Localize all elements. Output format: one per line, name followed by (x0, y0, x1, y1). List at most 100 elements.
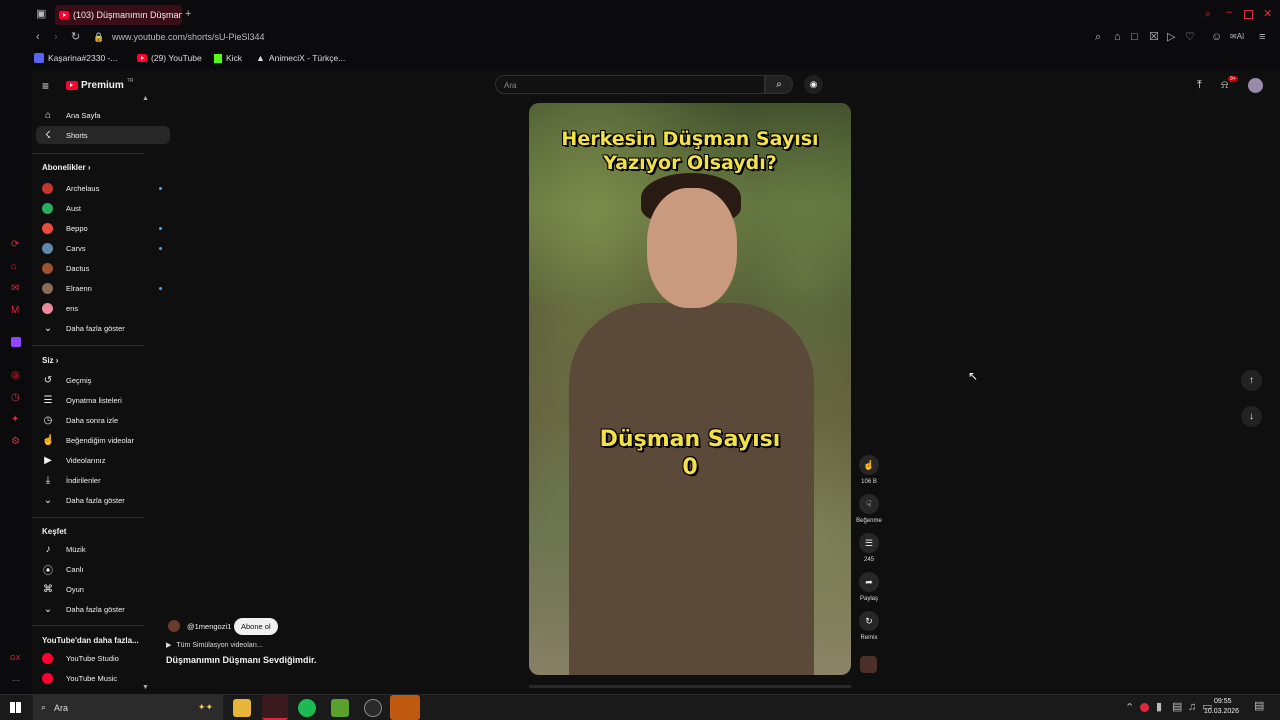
bookmark-icon[interactable]: ⌂ (1114, 32, 1121, 43)
more-icon[interactable]: ⋯ (12, 676, 20, 685)
like-icon[interactable]: ☝ (859, 455, 879, 475)
next-short-button[interactable]: ↓ (1241, 406, 1262, 427)
close-icon[interactable]: ✕ (1263, 7, 1272, 20)
sidebar-item-beppo[interactable]: Beppo (36, 219, 170, 237)
taskbar-search-input[interactable]: ⌕ Ara ✦✦ (33, 695, 223, 720)
explore-show-more[interactable]: ⌄ Daha fazla göster (36, 600, 170, 618)
tab-search-icon[interactable]: ⌕ (1205, 8, 1211, 21)
tab-active[interactable]: (103) Düşmanımın Düşman (55, 5, 182, 25)
file-explorer-icon[interactable] (233, 699, 251, 717)
workspace-icon[interactable]: ▣ (36, 9, 46, 20)
messenger-icon[interactable]: ✉ (11, 283, 19, 294)
bookmark-item[interactable]: ▲ AnimeciX - Türkçe... (256, 53, 345, 63)
notifications-icon[interactable]: ⍾ (1221, 80, 1228, 91)
sidebar-scroll-up-icon[interactable]: ▲ (142, 95, 149, 102)
settings-icon[interactable]: ⚙ (11, 436, 20, 447)
sidebar-item-your-videos[interactable]: ▶ Videolarınız (36, 451, 170, 469)
sidebar-item-history[interactable]: ↺ Geçmiş (36, 371, 170, 389)
remix-action[interactable]: ↻ Remix (855, 611, 883, 641)
league-icon[interactable] (390, 695, 420, 720)
sidebar-item-archelaus[interactable]: Archelaus (36, 179, 170, 197)
comment-icon[interactable]: ☰ (859, 533, 879, 553)
twitch-icon[interactable] (11, 337, 21, 347)
dislike-icon[interactable]: ☟ (859, 494, 879, 514)
audio-thumbnail[interactable] (860, 656, 877, 673)
sidebar-item-carvs[interactable]: Carvs (36, 239, 170, 257)
player-icon[interactable]: ◎ (11, 370, 20, 381)
bookmark-item[interactable]: Kick (214, 53, 242, 63)
back-icon[interactable]: ‹ (36, 32, 40, 43)
clock-date[interactable]: 10.03.2026 (1204, 708, 1239, 715)
tray-chevron-icon[interactable]: ⌃ (1125, 703, 1134, 714)
previous-short-button[interactable]: ↑ (1241, 370, 1262, 391)
menu-icon[interactable]: ≡ (1259, 32, 1265, 43)
sidebar-item-dactus[interactable]: Dactus (36, 259, 170, 277)
avatar[interactable] (1248, 78, 1263, 93)
subs-show-more[interactable]: ⌄ Daha fazla göster (36, 319, 170, 337)
profile-icon[interactable]: ☺ (1211, 32, 1222, 43)
player-button-icon[interactable]: ▷ (1167, 32, 1175, 43)
sidebar-item-elraenn[interactable]: Elraenn (36, 279, 170, 297)
extensions-icon[interactable]: ✦ (11, 414, 19, 425)
sidebar-item-music[interactable]: ♪ Müzik (36, 540, 170, 558)
minimize-icon[interactable]: – (1226, 6, 1232, 18)
shopping-icon[interactable]: ⌂ (11, 261, 17, 272)
mail-icon[interactable]: M (11, 305, 19, 316)
tray-app-icon[interactable] (1140, 703, 1149, 712)
sidebar-item-shorts[interactable]: ☇ Shorts (36, 126, 170, 144)
search-button[interactable]: ⌕ (765, 75, 793, 94)
sidebar-item-youtube-studio[interactable]: YouTube Studio (36, 649, 170, 667)
forward-icon[interactable]: › (54, 32, 58, 43)
search-input[interactable]: Ara (495, 75, 765, 94)
network-icon[interactable]: ▤ (1172, 702, 1182, 713)
comments-action[interactable]: ☰ 245 (855, 533, 883, 563)
hamburger-menu-icon[interactable]: ≡ (42, 80, 49, 92)
subscribe-button[interactable]: Abone ol (234, 618, 278, 635)
heart-icon[interactable]: ♡ (1185, 32, 1195, 43)
maximize-icon[interactable] (1244, 10, 1253, 19)
short-video-player[interactable]: Herkesin Düşman Sayısı Yazıyor Olsaydı? … (529, 103, 851, 675)
gx-icon[interactable]: GX (10, 655, 20, 662)
sidebar-item-playlists[interactable]: ☰ Oynatma listeleri (36, 391, 170, 409)
aria-icon[interactable]: ⟳ (11, 239, 19, 250)
sidebar-item-youtube-music[interactable]: YouTube Music (36, 669, 170, 687)
snapshot-icon[interactable]: □ (1131, 32, 1138, 43)
bookmark-item[interactable]: (29) YouTube (137, 53, 202, 63)
windows-start-icon[interactable] (10, 702, 21, 713)
share-action[interactable]: ➦ Paylaş (855, 572, 883, 602)
like-action[interactable]: ☝ 106 B (855, 455, 883, 485)
spotify-icon[interactable] (298, 699, 316, 717)
notification-center-icon[interactable]: ▤ (1254, 701, 1264, 712)
ai-icon[interactable]: ✉AI (1230, 33, 1244, 41)
dislike-action[interactable]: ☟ Beğenme (855, 494, 883, 524)
create-icon[interactable]: ⤒ (1197, 80, 1202, 91)
channel-name[interactable]: @1mengozi1 (187, 622, 231, 631)
subscriptions-header[interactable]: Abonelikler › (42, 163, 90, 172)
sidebar-item-downloads[interactable]: ⤓ İndirilenler (36, 471, 170, 489)
mic-icon[interactable]: ◉ (804, 75, 823, 94)
volume-icon[interactable]: ♫ (1188, 702, 1196, 713)
vpn-icon[interactable]: ☒ (1149, 32, 1159, 43)
new-tab-button[interactable]: + (185, 9, 191, 20)
you-show-more[interactable]: ⌄ Daha fazla göster (36, 491, 170, 509)
address-input[interactable]: www.youtube.com/shorts/sU-PieSl344 (112, 32, 265, 42)
bookmark-item[interactable]: Kaşarina#2330 -... (34, 53, 117, 63)
opera-gx-taskbar-icon[interactable] (262, 695, 288, 720)
history-side-icon[interactable]: ◷ (11, 392, 20, 403)
sidebar-scroll-down-icon[interactable]: ▼ (142, 684, 149, 691)
channel-avatar[interactable] (168, 620, 180, 632)
sidebar-item-liked[interactable]: ☝ Beğendiğim videolar (36, 431, 170, 449)
playlist-link[interactable]: ▶ Tüm Simülasyon videoları... (166, 641, 263, 650)
youtube-logo[interactable]: Premium TR (66, 78, 133, 91)
sidebar-item-aust[interactable]: Aust (36, 199, 170, 217)
share-icon[interactable]: ➦ (859, 572, 879, 592)
clock-time[interactable]: 09:55 (1214, 698, 1232, 705)
sidebar-item-watch-later[interactable]: ◷ Daha sonra izle (36, 411, 170, 429)
video-progress-bar[interactable] (529, 685, 851, 688)
sidebar-item-gaming[interactable]: ⌘ Oyun (36, 580, 170, 598)
steam-icon[interactable] (364, 699, 382, 717)
sidebar-item-ens[interactable]: ens (36, 299, 170, 317)
minecraft-icon[interactable] (331, 699, 349, 717)
you-header[interactable]: Siz › (42, 356, 58, 365)
mic-tray-icon[interactable]: ▮ (1156, 702, 1162, 713)
